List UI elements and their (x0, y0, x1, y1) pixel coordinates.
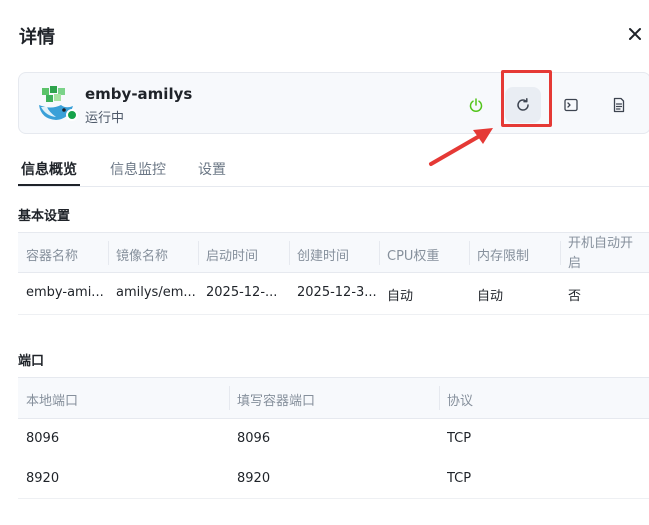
column-header: 本地端口 (26, 394, 79, 409)
table-cell: emby-ami... (26, 285, 104, 300)
ports-heading: 端口 (18, 354, 45, 369)
document-icon (613, 97, 625, 113)
container-name: emby-amilys (85, 85, 193, 103)
column-header: 创建时间 (297, 249, 350, 264)
column-header: 内存限制 (477, 249, 530, 264)
close-button[interactable] (625, 24, 645, 44)
table-row: emby-ami... amilys/em... 2025-12-... 202… (18, 273, 649, 315)
column-header: 开机自动开启 (568, 236, 634, 271)
column-divider (108, 241, 109, 265)
column-header: 镜像名称 (116, 249, 169, 264)
table-cell: 8096 (237, 431, 271, 446)
table-cell: 8920 (26, 471, 60, 486)
column-divider (379, 241, 380, 265)
table-cell: 自动 (477, 289, 504, 304)
tab-monitor[interactable]: 信息监控 (110, 159, 166, 179)
dialog-title: 详情 (19, 27, 55, 48)
container-card: emby-amilys 运行中 (18, 72, 649, 134)
tab-overview[interactable]: 信息概览 (21, 159, 77, 179)
table-header-row: 容器名称 镜像名称 启动时间 创建时间 CPU权重 内存限制 开机自动开启 (18, 232, 649, 273)
column-divider (198, 241, 199, 265)
power-icon (469, 98, 483, 112)
table-header-row: 本地端口 填写容器端口 协议 (18, 377, 649, 419)
table-cell: 2025-12-3... (297, 285, 377, 300)
close-icon (629, 28, 641, 40)
restart-icon (517, 98, 529, 111)
tab-bar: 信息概览 信息监控 设置 (18, 158, 649, 187)
status-dot (66, 109, 78, 121)
table-row: 8920 8920 TCP (18, 459, 649, 499)
terminal-icon (564, 98, 578, 112)
column-header: CPU权重 (387, 249, 440, 264)
power-button[interactable] (458, 87, 494, 123)
column-header: 容器名称 (26, 249, 79, 264)
table-cell: 8920 (237, 471, 271, 486)
basic-settings-heading: 基本设置 (18, 209, 71, 224)
table-row: 8096 8096 TCP (18, 419, 649, 459)
column-divider (469, 241, 470, 265)
table-cell: TCP (447, 471, 472, 486)
table-cell: 8096 (26, 431, 60, 446)
ports-table: 本地端口 填写容器端口 协议 8096 8096 TCP 8920 8920 T… (18, 377, 649, 499)
column-header: 启动时间 (206, 249, 259, 264)
table-cell: 否 (568, 289, 582, 304)
terminal-button[interactable] (553, 87, 589, 123)
column-divider (229, 386, 230, 410)
table-cell: 自动 (387, 289, 414, 304)
column-header: 协议 (447, 394, 474, 409)
tab-active-underline (18, 184, 80, 186)
column-header: 填写容器端口 (237, 394, 316, 409)
tab-settings[interactable]: 设置 (198, 159, 226, 179)
table-cell: 2025-12-... (206, 285, 278, 300)
column-divider (560, 241, 561, 265)
logs-button[interactable] (601, 87, 637, 123)
restart-button[interactable] (505, 87, 541, 123)
table-cell: amilys/em... (116, 285, 196, 300)
column-divider (289, 241, 290, 265)
container-status: 运行中 (85, 111, 125, 126)
basic-settings-table: 容器名称 镜像名称 启动时间 创建时间 CPU权重 内存限制 开机自动开启 em… (18, 232, 649, 315)
column-divider (439, 386, 440, 410)
table-cell: TCP (447, 431, 472, 446)
